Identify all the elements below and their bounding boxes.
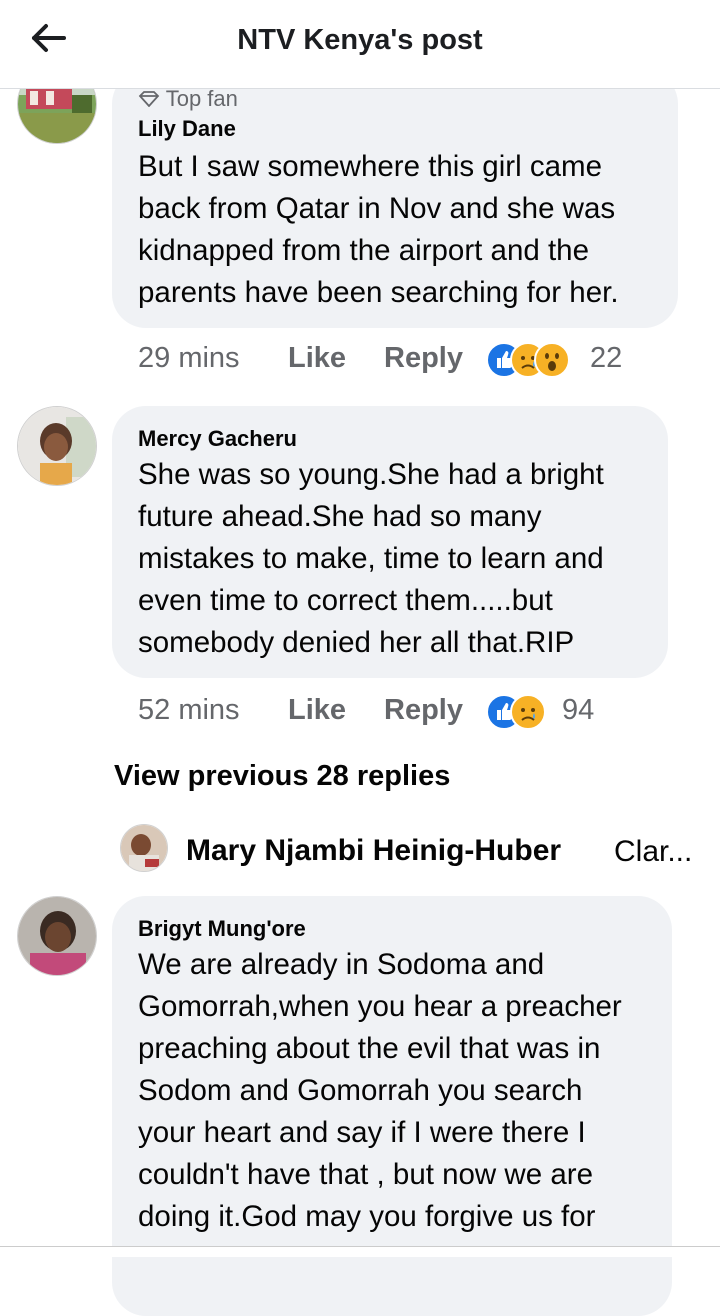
commenter-name[interactable]: Lily Dane xyxy=(138,116,236,142)
reply-author-name: Mary Njambi Heinig-Huber xyxy=(186,834,562,867)
reaction-count: 22 xyxy=(590,342,623,374)
reply-preview[interactable]: Mary Njambi Heinig-Huber Clar... xyxy=(120,824,692,876)
reply-button[interactable]: Reply xyxy=(384,694,463,727)
comment-line: kidnapped from the airport and the xyxy=(138,234,589,267)
sad-reaction-icon xyxy=(510,694,546,730)
comment-line: doing it.God may you forgive us for xyxy=(138,1200,596,1233)
reaction-count: 94 xyxy=(562,694,595,726)
comment-meta: 52 mins Like Reply 94 xyxy=(138,694,678,734)
app-header: NTV Kenya's post xyxy=(0,0,720,89)
comment-line: Sodom and Gomorrah you search xyxy=(138,1074,583,1107)
bottom-edge xyxy=(0,1246,720,1257)
comment-text: She was so young.She had a bright future… xyxy=(138,454,654,664)
like-button[interactable]: Like xyxy=(288,342,346,375)
commenter-name[interactable]: Brigyt Mung'ore xyxy=(138,916,306,942)
top-fan-badge: Top fan xyxy=(138,86,238,112)
comment-line: couldn't have that , but now we are xyxy=(138,1158,593,1191)
comment-line: She was so young.She had a bright xyxy=(138,458,604,491)
comment-line: preaching about the evil that was in xyxy=(138,1032,601,1065)
comment-line: your heart and say if I were there I xyxy=(138,1116,586,1149)
avatar[interactable] xyxy=(17,406,97,486)
comment-line: We are already in Sodoma and xyxy=(138,948,545,981)
wow-reaction-icon xyxy=(534,342,570,378)
view-previous-replies-link[interactable]: View previous 28 replies xyxy=(114,760,450,793)
comment-line: Gomorrah,when you hear a preacher xyxy=(138,990,622,1023)
comment-line: somebody denied her all that.RIP xyxy=(138,626,575,659)
comment-text: We are already in Sodoma and Gomorrah,wh… xyxy=(138,944,658,1238)
avatar[interactable] xyxy=(17,896,97,976)
comment-line: mistakes to make, time to learn and xyxy=(138,542,604,575)
comment-line: But I saw somewhere this girl came xyxy=(138,150,602,183)
comment-text: But I saw somewhere this girl came back … xyxy=(138,146,664,314)
reply-snippet: Clar... xyxy=(614,835,693,868)
comment-bubble: Top fan Lily Dane But I saw somewhere th… xyxy=(112,70,678,328)
comment-line: parents have been searching for her. xyxy=(138,276,619,309)
commenter-name[interactable]: Mercy Gacheru xyxy=(138,426,297,452)
comment-time: 52 mins xyxy=(138,694,240,726)
comment-time: 29 mins xyxy=(138,342,240,374)
like-button[interactable]: Like xyxy=(288,694,346,727)
comment-line: future ahead.She had so many xyxy=(138,500,542,533)
page-title: NTV Kenya's post xyxy=(237,24,483,56)
badge-label: Top fan xyxy=(165,86,238,111)
diamond-icon xyxy=(138,91,160,108)
comment-line: even time to correct them.....but xyxy=(138,584,553,617)
reply-button[interactable]: Reply xyxy=(384,342,463,375)
comment-meta: 29 mins Like Reply 22 xyxy=(138,342,678,382)
avatar xyxy=(120,824,168,872)
comment-bubble: Mercy Gacheru She was so young.She had a… xyxy=(112,406,668,678)
comment-line: back from Qatar in Nov and she was xyxy=(138,192,616,225)
